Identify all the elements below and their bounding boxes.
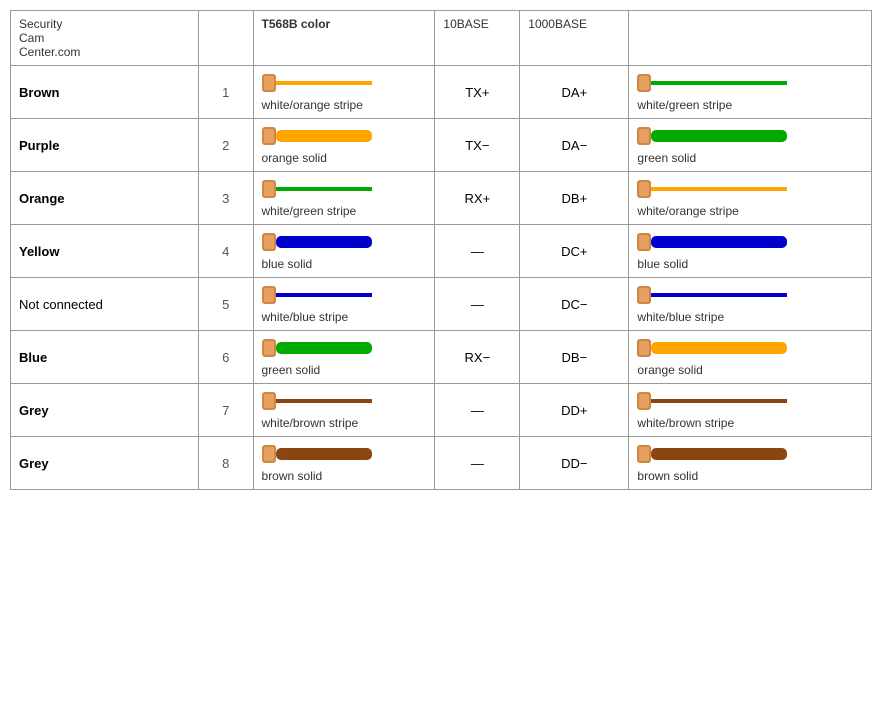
10base-signal: — [435, 225, 520, 278]
alt-wire-cell: blue solid [629, 225, 872, 278]
10base-signal: — [435, 278, 520, 331]
wire-svg [637, 337, 787, 359]
header-alt [629, 11, 872, 66]
pin-number: 7 [198, 384, 253, 437]
wire-svg [637, 443, 787, 465]
pin-number: 5 [198, 278, 253, 331]
alt-wire-cell: green solid [629, 119, 872, 172]
wire-svg [262, 178, 372, 200]
pin-label: Orange [11, 172, 199, 225]
alt-wire-cell: white/brown stripe [629, 384, 872, 437]
header-pin [198, 11, 253, 66]
10base-signal: — [435, 384, 520, 437]
pin-label: Grey [11, 384, 199, 437]
pin-label: Not connected [11, 278, 199, 331]
10base-signal: RX+ [435, 172, 520, 225]
1000base-signal: DB+ [520, 172, 629, 225]
wire-svg [262, 284, 372, 306]
table-row: Grey8 brown solid —DD− brown solid [11, 437, 872, 490]
pin-label: Blue [11, 331, 199, 384]
header-10base: 10BASE [435, 11, 520, 66]
table-row: Purple2 orange solid TX−DA− green solid [11, 119, 872, 172]
pin-number: 4 [198, 225, 253, 278]
table-row: Blue6 green solid RX−DB− orange solid [11, 331, 872, 384]
1000base-signal: DD+ [520, 384, 629, 437]
wire-svg [637, 390, 787, 412]
wire-svg [637, 72, 787, 94]
wire-svg [262, 231, 372, 253]
wire-svg [262, 337, 372, 359]
1000base-signal: DB− [520, 331, 629, 384]
wire-svg [637, 125, 787, 147]
t568b-wire-cell: white/blue stripe [253, 278, 435, 331]
table-row: Orange3 white/green stripe RX+DB+ white/… [11, 172, 872, 225]
header-site: Security Cam Center.com [11, 11, 199, 66]
1000base-signal: DA+ [520, 66, 629, 119]
wire-svg [637, 284, 787, 306]
pin-number: 1 [198, 66, 253, 119]
10base-signal: TX+ [435, 66, 520, 119]
t568b-wire-cell: green solid [253, 331, 435, 384]
wire-svg [637, 178, 787, 200]
table-row: Brown1 white/orange stripe TX+DA+ white/… [11, 66, 872, 119]
table-row: Not connected5 white/blue stripe —DC− wh… [11, 278, 872, 331]
pin-number: 2 [198, 119, 253, 172]
alt-wire-cell: white/green stripe [629, 66, 872, 119]
pin-number: 8 [198, 437, 253, 490]
pin-number: 3 [198, 172, 253, 225]
header-1000base: 1000BASE [520, 11, 629, 66]
1000base-signal: DA− [520, 119, 629, 172]
alt-wire-cell: white/blue stripe [629, 278, 872, 331]
header-t568b: T568B color [253, 11, 435, 66]
t568b-wire-cell: brown solid [253, 437, 435, 490]
wire-svg [262, 390, 372, 412]
wire-svg [637, 231, 787, 253]
1000base-signal: DD− [520, 437, 629, 490]
alt-wire-cell: white/orange stripe [629, 172, 872, 225]
pin-label: Brown [11, 66, 199, 119]
table-row: Grey7 white/brown stripe —DD+ white/brow… [11, 384, 872, 437]
pin-label: Grey [11, 437, 199, 490]
t568b-wire-cell: orange solid [253, 119, 435, 172]
alt-wire-cell: orange solid [629, 331, 872, 384]
1000base-signal: DC− [520, 278, 629, 331]
wire-svg [262, 72, 372, 94]
10base-signal: TX− [435, 119, 520, 172]
t568b-wire-cell: blue solid [253, 225, 435, 278]
pin-label: Purple [11, 119, 199, 172]
1000base-signal: DC+ [520, 225, 629, 278]
wire-svg [262, 125, 372, 147]
ethernet-wiring-table: Security Cam Center.com T568B color 10BA… [10, 10, 872, 490]
t568b-wire-cell: white/brown stripe [253, 384, 435, 437]
table-row: Yellow4 blue solid —DC+ blue solid [11, 225, 872, 278]
alt-wire-cell: brown solid [629, 437, 872, 490]
10base-signal: — [435, 437, 520, 490]
pin-label: Yellow [11, 225, 199, 278]
pin-number: 6 [198, 331, 253, 384]
wire-svg [262, 443, 372, 465]
10base-signal: RX− [435, 331, 520, 384]
t568b-wire-cell: white/green stripe [253, 172, 435, 225]
t568b-wire-cell: white/orange stripe [253, 66, 435, 119]
